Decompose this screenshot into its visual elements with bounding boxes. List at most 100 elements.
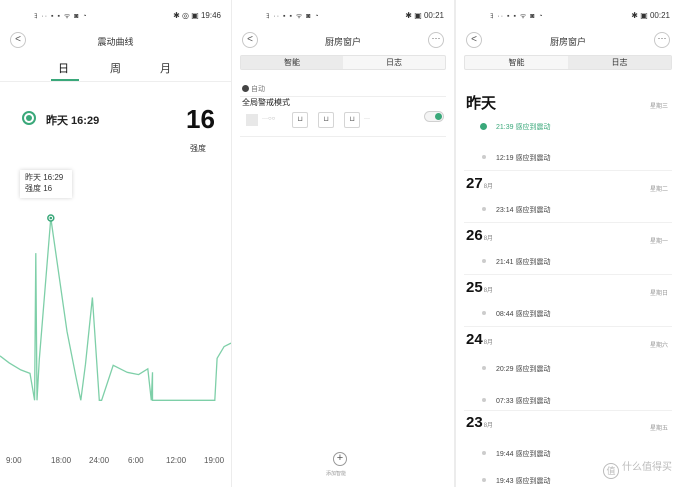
log-day-number: 27 xyxy=(466,175,483,192)
status-left-icons: ﾖ ·· ▪ ▪ ᯤ ◙ ◔ xyxy=(266,13,320,20)
period-tabs: 日 周 月 xyxy=(0,56,231,82)
timeline-dot xyxy=(482,311,486,315)
timeline-dot xyxy=(482,366,486,370)
plug-icon: ⊔ xyxy=(292,112,308,128)
log-month: 8月 xyxy=(483,423,494,429)
more-icon[interactable]: ··· xyxy=(428,32,444,48)
plug-icon: ⊔ xyxy=(318,112,334,128)
log-entry[interactable]: 07:33 感应到震动 xyxy=(496,396,550,406)
timeline-dot xyxy=(482,451,486,455)
log-weekday: 星期六 xyxy=(649,343,668,349)
tab-week[interactable]: 周 xyxy=(110,60,121,76)
auto-icon xyxy=(242,85,249,92)
separator xyxy=(464,410,672,411)
chart-tooltip: 昨天 16:29 强度 16 xyxy=(20,170,72,198)
segment-control: 智能 日志 xyxy=(240,55,446,70)
phone-log-tab: ﾖ ·· ▪ ▪ ᯤ ◙ ◔ ✱ ▣ 00:21 < 厨房窗户 ··· 智能 日… xyxy=(456,0,680,487)
log-day: 278月 xyxy=(466,175,493,192)
intensity-value: 16 xyxy=(186,104,215,134)
separator xyxy=(464,274,672,275)
log-entry[interactable]: 21:41 感应到震动 xyxy=(496,257,550,267)
x-tick: 6:00 xyxy=(128,456,144,465)
plug-icon: ⊔ xyxy=(344,112,360,128)
timeline-dot xyxy=(482,207,486,211)
tab-month[interactable]: 月 xyxy=(160,60,171,76)
page-title: 震动曲线 xyxy=(97,37,134,47)
sensor-icon xyxy=(246,114,258,126)
add-icon[interactable]: + xyxy=(333,452,347,466)
series-line xyxy=(0,217,231,401)
x-tick: 19:00 xyxy=(204,456,225,465)
log-entry[interactable]: 20:29 感应到震动 xyxy=(496,364,550,374)
more-icon[interactable]: ··· xyxy=(654,32,670,48)
mode-title: 全局警戒模式 xyxy=(242,98,290,107)
vibration-chart[interactable] xyxy=(0,200,231,455)
x-tick: 9:00 xyxy=(6,456,22,465)
tab-day[interactable]: 日 xyxy=(58,60,69,76)
status-right: ✱ ◎ ▣ 19:46 xyxy=(173,11,221,20)
status-bar: ﾖ ·· ▪ ▪ ᯤ ◙ ◔ ✱ ◎ ▣ 19:46 xyxy=(8,8,223,24)
nav-bar: < 震动曲线 xyxy=(0,30,231,52)
tab-smart[interactable]: 智能 xyxy=(465,56,568,69)
status-bar: ﾖ ·· ▪ ▪ ᯤ ◙ ◔ ✱ ▣ 00:21 xyxy=(464,8,672,24)
watermark-text: 什么值得买 xyxy=(622,462,672,473)
tooltip-value: 强度 16 xyxy=(25,184,53,193)
status-left-icons: ﾖ ·· ▪ ▪ ᯤ ◙ ◔ xyxy=(490,13,544,20)
nav-bar: < 厨房窗户 ··· xyxy=(456,30,680,52)
log-entry[interactable]: 21:39 感应到震动 xyxy=(496,122,550,132)
log-entry[interactable]: 23:14 感应到震动 xyxy=(496,205,550,215)
status-right: ✱ ▣ 00:21 xyxy=(631,11,670,20)
x-tick: 24:00 xyxy=(89,456,110,465)
phone-smart-tab: ﾖ ·· ▪ ▪ ᯤ ◙ ◔ ✱ ▣ 00:21 < 厨房窗户 ··· 智能 日… xyxy=(232,0,454,487)
page-title: 厨房窗户 xyxy=(324,37,361,47)
log-entry[interactable]: 19:44 感应到震动 xyxy=(496,449,550,459)
log-day: 昨天 xyxy=(466,92,496,113)
screenshot-collage: ﾖ ·· ▪ ▪ ᯤ ◙ ◔ ✱ ◎ ▣ 19:46 < 震动曲线 日 周 月 … xyxy=(0,0,680,487)
log-day-number: 24 xyxy=(466,331,483,348)
timeline-dot xyxy=(482,259,486,263)
tab-log[interactable]: 日志 xyxy=(343,56,445,69)
timeline-dot xyxy=(482,478,486,482)
x-tick: 18:00 xyxy=(51,456,72,465)
log-day: 258月 xyxy=(466,279,493,296)
x-tick: 12:00 xyxy=(166,456,187,465)
log-entry[interactable]: 12:19 感应到震动 xyxy=(496,153,550,163)
tooltip-time: 昨天 16:29 xyxy=(25,173,64,182)
log-day-number: 昨天 xyxy=(466,95,497,112)
device-connector: ···○○ xyxy=(262,116,276,122)
separator xyxy=(464,222,672,223)
log-day: 248月 xyxy=(466,331,493,348)
summary-time: 昨天 16:29 xyxy=(46,115,100,127)
log-entry[interactable]: 08:44 感应到震动 xyxy=(496,309,550,319)
add-smart-label[interactable]: 添加智能 xyxy=(326,470,346,477)
watermark: 值什么值得买 xyxy=(603,458,672,479)
log-weekday: 星期五 xyxy=(649,426,668,432)
segment-control: 智能 日志 xyxy=(464,55,672,70)
tab-smart[interactable]: 智能 xyxy=(241,56,343,69)
auto-text: 自动 xyxy=(251,86,265,93)
log-month: 8月 xyxy=(483,288,494,294)
separator xyxy=(240,136,446,137)
intensity-label: 强度 xyxy=(190,144,206,153)
log-day-number: 25 xyxy=(466,279,483,296)
log-day: 268月 xyxy=(466,227,493,244)
status-right: ✱ ▣ 00:21 xyxy=(405,11,444,20)
timeline-dot xyxy=(482,155,486,159)
mode-toggle[interactable] xyxy=(424,111,444,122)
log-month: 8月 xyxy=(483,340,494,346)
log-entry[interactable]: 19:43 感应到震动 xyxy=(496,476,550,486)
auto-label: 自动 xyxy=(242,84,265,94)
page-title: 厨房窗户 xyxy=(549,37,586,47)
highlight-point-inner xyxy=(49,216,53,220)
log-month: 8月 xyxy=(483,236,494,242)
timeline-dot xyxy=(482,398,486,402)
tab-log[interactable]: 日志 xyxy=(568,56,671,69)
separator xyxy=(464,170,672,171)
log-day: 238月 xyxy=(466,414,493,431)
status-left-icons: ﾖ ·· ▪ ▪ ᯤ ◙ ◔ xyxy=(34,13,88,20)
log-weekday: 星期一 xyxy=(649,239,668,245)
nav-bar: < 厨房窗户 ··· xyxy=(232,30,454,52)
log-weekday: 星期日 xyxy=(649,291,668,297)
log-month: 8月 xyxy=(483,184,494,190)
device-more: ··· xyxy=(364,116,370,122)
